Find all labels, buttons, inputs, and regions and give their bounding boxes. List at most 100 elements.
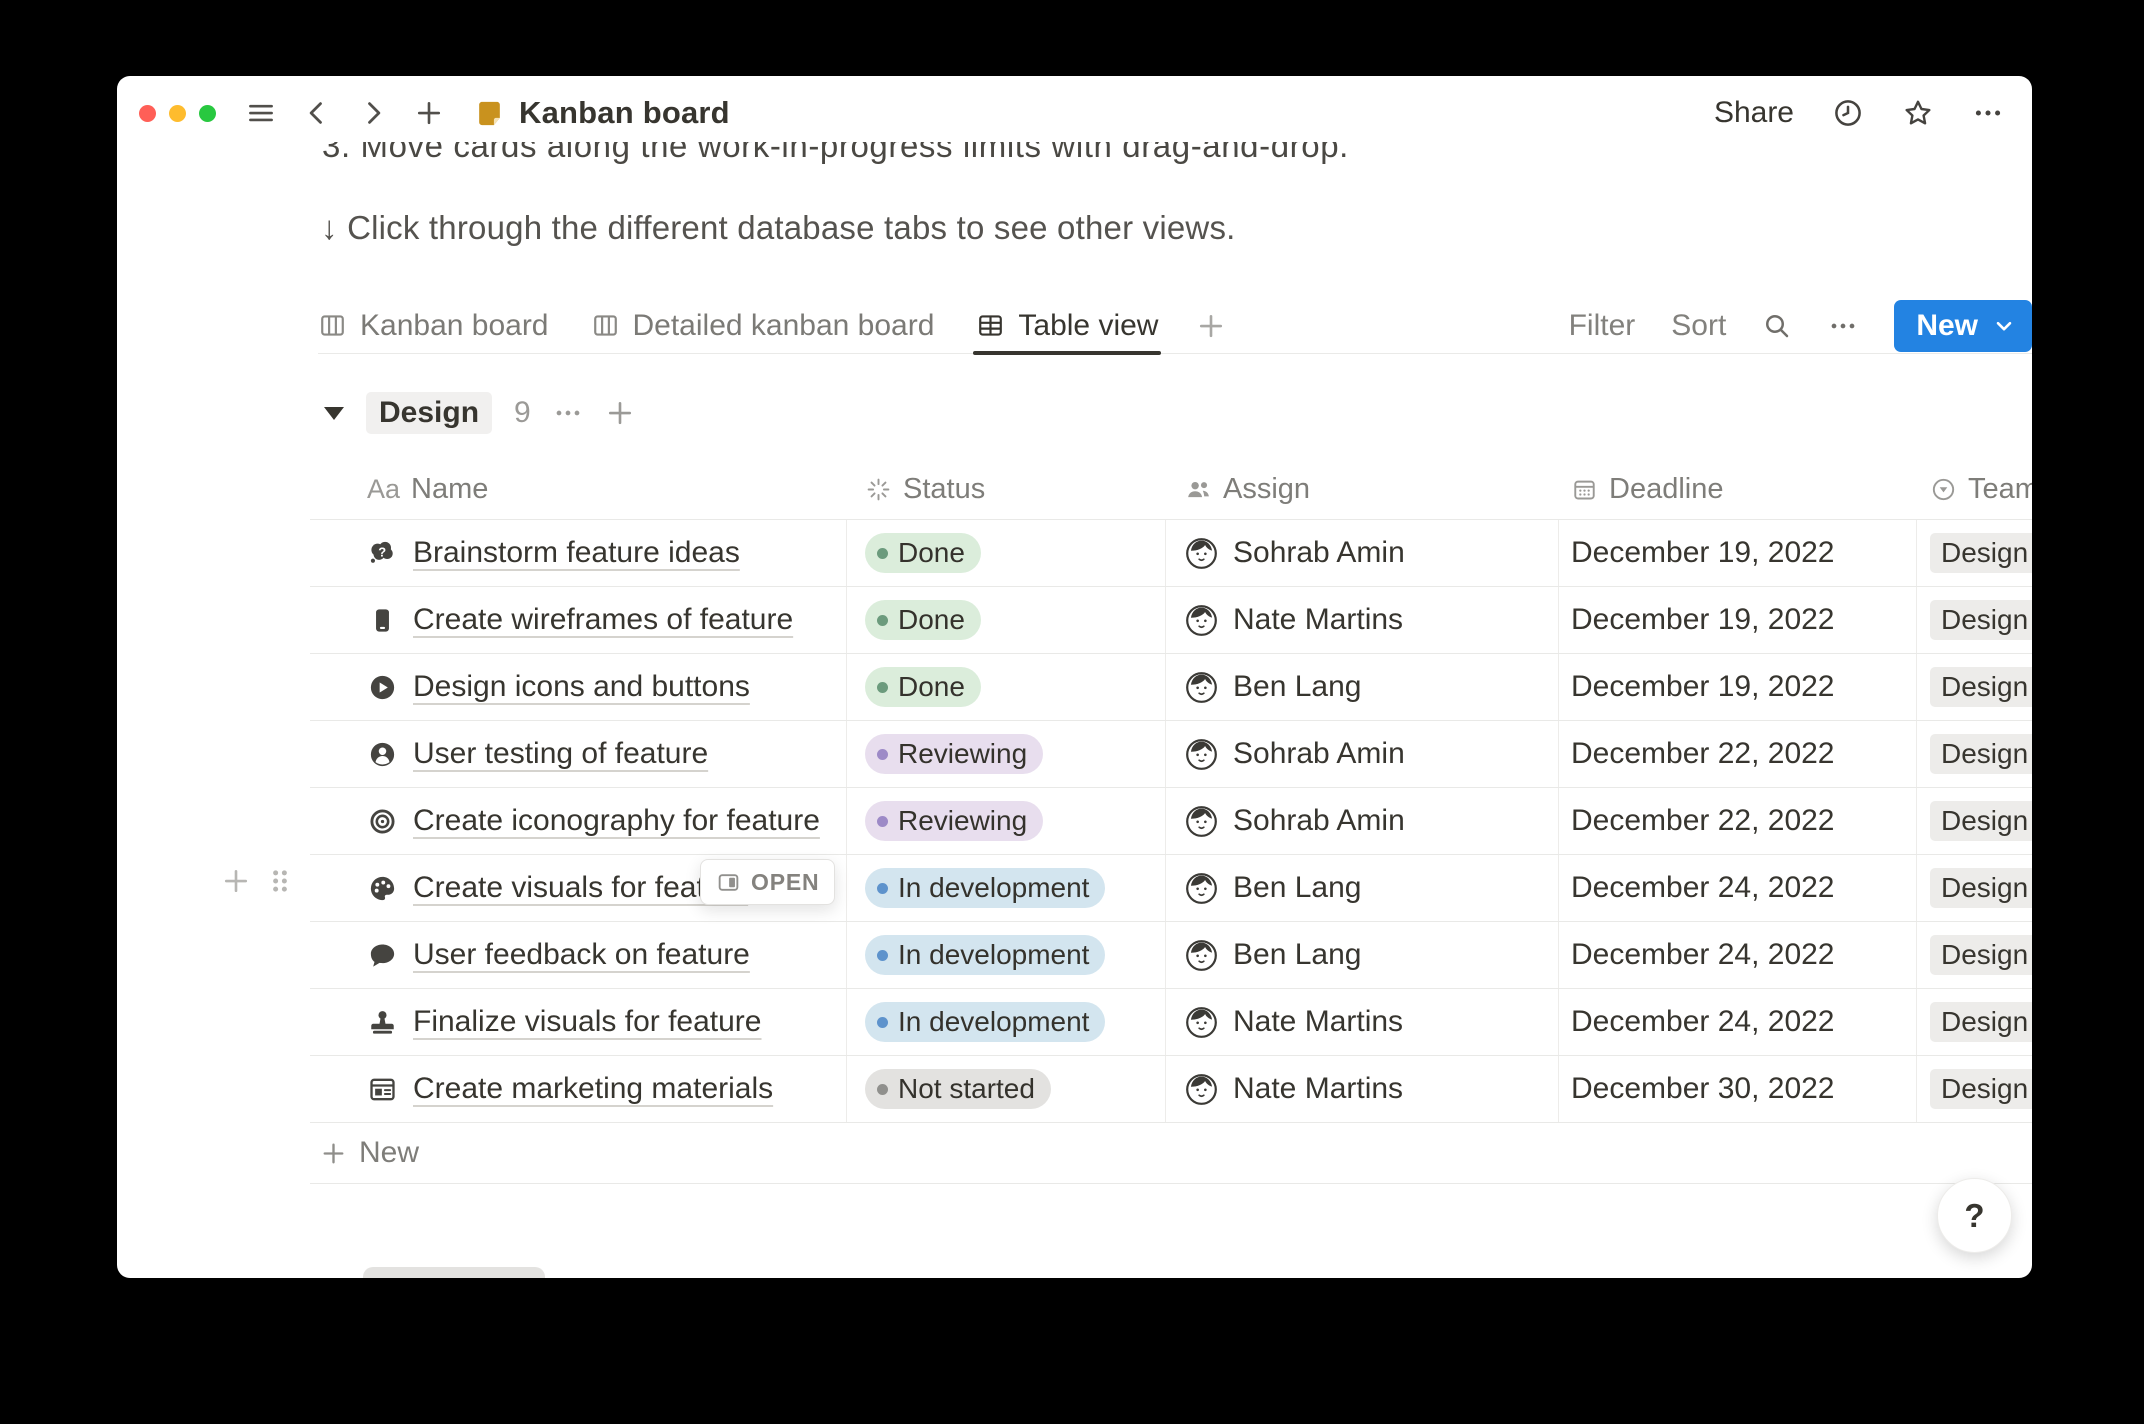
team-cell[interactable]: Design: [1917, 989, 2032, 1055]
table-row: ? Brainstorm feature ideas Done Sohrab A…: [310, 520, 2032, 587]
share-button[interactable]: Share: [1714, 96, 1794, 130]
new-button[interactable]: New: [1894, 299, 2032, 352]
row-title[interactable]: Create iconography for feature: [413, 804, 820, 838]
row-title[interactable]: User testing of feature: [413, 737, 708, 771]
status-badge: In development: [865, 1002, 1106, 1042]
row-title[interactable]: Create wireframes of feature: [413, 603, 793, 637]
name-cell[interactable]: User testing of feature: [310, 721, 847, 787]
status-label: In development: [898, 1006, 1090, 1037]
team-cell[interactable]: Design: [1917, 721, 2032, 787]
help-button[interactable]: ?: [1937, 1178, 2012, 1253]
column-header-deadline[interactable]: Deadline: [1559, 460, 1917, 519]
assign-cell[interactable]: Ben Lang: [1166, 922, 1559, 988]
team-cell[interactable]: Design: [1917, 1056, 2032, 1122]
minimize-window-button[interactable]: [169, 104, 186, 122]
deadline-cell[interactable]: December 24, 2022: [1559, 989, 1917, 1055]
team-cell[interactable]: Design: [1917, 654, 2032, 720]
assign-cell[interactable]: Sohrab Amin: [1166, 520, 1559, 586]
page-title: Kanban board: [519, 95, 730, 130]
status-cell[interactable]: Done: [847, 654, 1166, 720]
filter-button[interactable]: Filter: [1569, 309, 1636, 343]
status-cell[interactable]: Not started: [847, 1056, 1166, 1122]
status-cell[interactable]: In development: [847, 922, 1166, 988]
column-header-name[interactable]: Aa Name: [310, 460, 847, 519]
deadline-cell[interactable]: December 19, 2022: [1559, 520, 1917, 586]
tab-detailed-kanban-board[interactable]: Detailed kanban board: [591, 298, 934, 353]
row-title[interactable]: Design icons and buttons: [413, 670, 750, 704]
deadline-text: December 19, 2022: [1571, 603, 1835, 636]
board-view-icon: [591, 311, 620, 340]
team-cell[interactable]: Design: [1917, 855, 2032, 921]
assign-cell[interactable]: Ben Lang: [1166, 855, 1559, 921]
deadline-cell[interactable]: December 24, 2022: [1559, 922, 1917, 988]
row-title[interactable]: Brainstorm feature ideas: [413, 536, 740, 570]
team-cell[interactable]: Design: [1917, 587, 2032, 653]
row-title[interactable]: User feedback on feature: [413, 938, 750, 972]
team-cell[interactable]: Design: [1917, 520, 2032, 586]
deadline-cell[interactable]: December 19, 2022: [1559, 654, 1917, 720]
drag-handle-icon[interactable]: [265, 866, 295, 896]
status-cell[interactable]: In development: [847, 855, 1166, 921]
name-cell[interactable]: Create marketing materials: [310, 1056, 847, 1122]
deadline-cell[interactable]: December 22, 2022: [1559, 788, 1917, 854]
cut-off-element[interactable]: [363, 1267, 545, 1278]
table-row: Create iconography for feature Reviewing…: [310, 788, 2032, 855]
name-cell[interactable]: User feedback on feature: [310, 922, 847, 988]
new-row-button[interactable]: New: [310, 1123, 2032, 1184]
group-options-icon[interactable]: [553, 398, 583, 428]
assign-cell[interactable]: Nate Martins: [1166, 989, 1559, 1055]
name-cell[interactable]: Finalize visuals for feature: [310, 989, 847, 1055]
sidebar-menu-icon[interactable]: [246, 98, 276, 128]
status-cell[interactable]: In development: [847, 989, 1166, 1055]
open-row-button[interactable]: OPEN: [700, 859, 836, 905]
assign-cell[interactable]: Ben Lang: [1166, 654, 1559, 720]
row-title[interactable]: Finalize visuals for feature: [413, 1005, 762, 1039]
name-cell[interactable]: Create iconography for feature: [310, 788, 847, 854]
collapse-triangle-icon[interactable]: [324, 406, 344, 420]
search-icon[interactable]: [1762, 311, 1792, 341]
status-dot-icon: [877, 1083, 888, 1095]
status-cell[interactable]: Done: [847, 587, 1166, 653]
column-header-team[interactable]: Team: [1917, 460, 2032, 519]
status-cell[interactable]: Reviewing: [847, 721, 1166, 787]
back-button[interactable]: [302, 98, 332, 128]
row-title[interactable]: Create marketing materials: [413, 1072, 773, 1106]
tab-kanban-board[interactable]: Kanban board: [318, 298, 549, 353]
column-header-status[interactable]: Status: [847, 460, 1166, 519]
favorite-star-icon[interactable]: [1902, 97, 1934, 129]
name-cell[interactable]: Create wireframes of feature: [310, 587, 847, 653]
sort-button[interactable]: Sort: [1671, 309, 1726, 343]
play-icon: [367, 672, 398, 703]
view-options-icon[interactable]: [1828, 311, 1858, 341]
name-cell[interactable]: ? Brainstorm feature ideas: [310, 520, 847, 586]
deadline-cell[interactable]: December 30, 2022: [1559, 1056, 1917, 1122]
assign-cell[interactable]: Nate Martins: [1166, 1056, 1559, 1122]
updates-clock-icon[interactable]: [1832, 97, 1864, 129]
deadline-cell[interactable]: December 22, 2022: [1559, 721, 1917, 787]
insert-row-plus-icon[interactable]: [221, 866, 251, 896]
close-window-button[interactable]: [139, 104, 156, 122]
assign-cell[interactable]: Sohrab Amin: [1166, 721, 1559, 787]
forward-button[interactable]: [358, 98, 388, 128]
deadline-cell[interactable]: December 19, 2022: [1559, 587, 1917, 653]
team-cell[interactable]: Design: [1917, 788, 2032, 854]
new-page-button[interactable]: [414, 98, 444, 128]
chevron-down-icon[interactable]: [1992, 314, 2016, 338]
assign-cell[interactable]: Sohrab Amin: [1166, 788, 1559, 854]
name-cell[interactable]: Design icons and buttons: [310, 654, 847, 720]
table-header-row: Aa Name Status Assign Deadline Team: [310, 460, 2032, 520]
more-options-icon[interactable]: [1972, 97, 2004, 129]
deadline-cell[interactable]: December 24, 2022: [1559, 855, 1917, 921]
column-header-assign[interactable]: Assign: [1166, 460, 1559, 519]
tab-table-view[interactable]: Table view: [973, 298, 1162, 355]
assign-cell[interactable]: Nate Martins: [1166, 587, 1559, 653]
status-cell[interactable]: Done: [847, 520, 1166, 586]
group-name-chip[interactable]: Design: [366, 392, 493, 434]
team-cell[interactable]: Design: [1917, 922, 2032, 988]
status-cell[interactable]: Reviewing: [847, 788, 1166, 854]
group-add-icon[interactable]: [605, 398, 635, 428]
new-row-label: New: [359, 1136, 420, 1169]
zoom-window-button[interactable]: [199, 104, 216, 122]
add-view-button[interactable]: [1196, 311, 1226, 341]
row-title[interactable]: Create visuals for feature: [413, 871, 748, 905]
